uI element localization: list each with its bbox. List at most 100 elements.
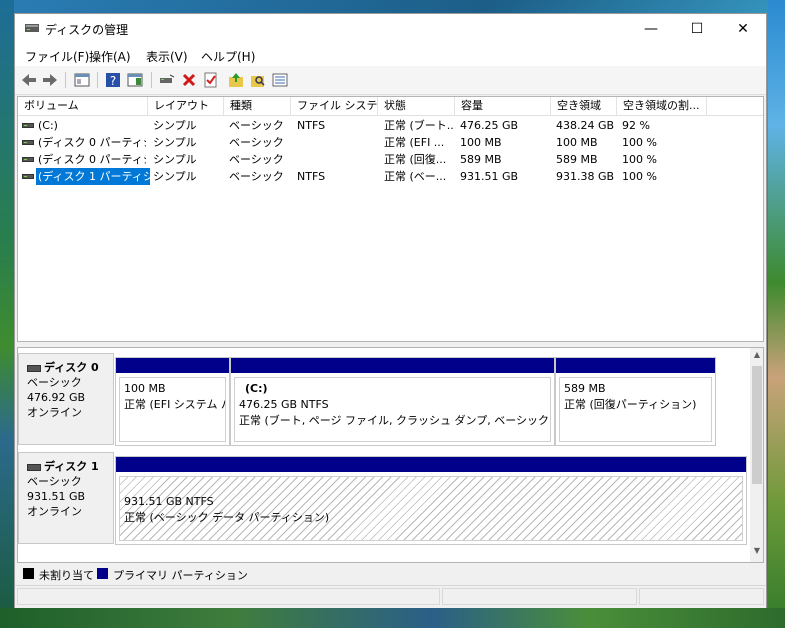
disk-1-title: ディスク 1 <box>27 459 113 474</box>
volume-capacity: 476.25 GB <box>460 119 519 132</box>
volume-status: 正常 (回復... <box>384 153 447 166</box>
connect-drive-icon[interactable] <box>158 71 176 89</box>
volume-list-pane: ボリューム レイアウト 種類 ファイル システム 状態 容量 空き領域 空き領域… <box>17 96 764 342</box>
partition-c-drive[interactable]: (C:) 476.25 GB NTFS 正常 (ブート, ページ ファイル, ク… <box>230 357 555 446</box>
forward-arrow-icon[interactable] <box>41 71 59 89</box>
console-tree-icon[interactable] <box>73 71 91 89</box>
disk-1-name: ディスク 1 <box>44 460 99 473</box>
disk-icon <box>27 463 41 471</box>
volume-layout: シンプル <box>153 170 197 183</box>
desktop-background-bottom <box>0 608 785 628</box>
disk-0-size: 476.92 GB <box>27 391 86 404</box>
disk-layout-pane: ディスク 0 ベーシック 476.92 GB オンライン 100 MB 正常 (… <box>17 347 764 563</box>
scroll-up-icon[interactable]: ▲ <box>752 350 762 362</box>
scrollbar-thumb[interactable] <box>752 366 762 484</box>
disk-management-window: ディスクの管理 — ☐ ✕ ファイル(F) 操作(A) 表示(V) ヘルプ(H)… <box>14 13 767 608</box>
volume-name: (ディスク 0 パーティシ... <box>38 136 146 149</box>
disk-1-label[interactable]: ディスク 1 ベーシック 931.51 GB オンライン <box>18 452 114 544</box>
maximize-button[interactable]: ☐ <box>674 14 720 44</box>
volume-status: 正常 (ベー... <box>384 170 447 183</box>
legend-bar: 未割り当て プライマリ パーティション <box>17 563 764 585</box>
disk-0-label[interactable]: ディスク 0 ベーシック 476.92 GB オンライン <box>18 353 114 445</box>
volume-free-percent: 100 % <box>622 153 657 166</box>
partition-recovery[interactable]: 589 MB 正常 (回復パーティション) <box>555 357 716 446</box>
menu-action[interactable]: 操作(A) <box>89 48 131 65</box>
minimize-button[interactable]: — <box>628 14 674 44</box>
menu-view[interactable]: 表示(V) <box>146 48 188 65</box>
volume-row[interactable]: (C:) シンプル ベーシック NTFS 正常 (ブート... 476.25 G… <box>18 117 763 134</box>
delete-icon[interactable] <box>180 71 198 89</box>
volume-type: ベーシック <box>229 119 284 132</box>
title-bar[interactable]: ディスクの管理 — ☐ ✕ <box>15 14 766 44</box>
volume-free-percent: 100 % <box>622 136 657 149</box>
disk-1-kind: ベーシック <box>27 475 82 488</box>
volume-row-selected[interactable]: (ディスク 1 パーティシ... シンプル ベーシック NTFS 正常 (ベー.… <box>18 168 763 185</box>
volume-icon <box>22 157 34 162</box>
partition-status: 正常 (EFI システム パ <box>124 398 226 411</box>
disk-management-app-icon <box>25 24 39 32</box>
partition-body: (C:) 476.25 GB NTFS 正常 (ブート, ページ ファイル, ク… <box>234 377 551 442</box>
disk-pane-scrollbar[interactable]: ▲ ▼ <box>750 348 763 562</box>
column-header-volume[interactable]: ボリューム <box>18 97 148 115</box>
menu-bar: ファイル(F) 操作(A) 表示(V) ヘルプ(H) <box>15 44 766 66</box>
volume-capacity: 931.51 GB <box>460 170 519 183</box>
disk-1-size: 931.51 GB <box>27 490 86 503</box>
volume-name: (ディスク 1 パーティシ... <box>36 168 150 185</box>
partition-efi[interactable]: 100 MB 正常 (EFI システム パ <box>115 357 230 446</box>
legend-label-unallocated: 未割り当て <box>39 569 94 582</box>
column-header-type[interactable]: 種類 <box>224 97 291 115</box>
volume-free-space: 931.38 GB <box>556 170 615 183</box>
show-hide-icon[interactable] <box>126 71 144 89</box>
legend-swatch-unallocated <box>23 568 34 579</box>
list-icon[interactable] <box>271 71 289 89</box>
volume-status: 正常 (EFI ... <box>384 136 445 149</box>
disk-icon <box>27 364 41 372</box>
partition-bar <box>116 358 229 373</box>
volume-icon <box>22 174 34 179</box>
partition-bar <box>231 358 554 373</box>
volume-row[interactable]: (ディスク 0 パーティシ... シンプル ベーシック 正常 (回復... 58… <box>18 151 763 168</box>
status-bar <box>15 585 766 608</box>
properties-check-icon[interactable] <box>202 71 220 89</box>
back-arrow-icon[interactable] <box>20 71 38 89</box>
column-header-status[interactable]: 状態 <box>378 97 455 115</box>
column-header-free-space[interactable]: 空き領域 <box>551 97 617 115</box>
volume-free-space: 438.24 GB <box>556 119 615 132</box>
legend-swatch-primary <box>97 568 108 579</box>
volume-type: ベーシック <box>229 153 284 166</box>
scroll-down-icon[interactable]: ▼ <box>752 546 762 558</box>
search-folder-icon[interactable] <box>249 71 267 89</box>
partition-bar <box>116 457 746 472</box>
volume-layout: シンプル <box>153 136 197 149</box>
disk-0-title: ディスク 0 <box>27 360 113 375</box>
partition-label: (C:) <box>245 382 268 395</box>
partition-disk-1-data[interactable]: 931.51 GB NTFS 正常 (ベーシック データ パーティション) <box>115 456 747 545</box>
volume-status: 正常 (ブート... <box>384 119 454 132</box>
menu-file[interactable]: ファイル(F) <box>25 48 89 65</box>
close-button[interactable]: ✕ <box>720 14 766 44</box>
disk-0-name: ディスク 0 <box>44 361 99 374</box>
column-header-filesystem[interactable]: ファイル システム <box>291 97 378 115</box>
help-icon[interactable]: ? <box>104 71 122 89</box>
partition-size: 931.51 GB NTFS <box>124 495 214 508</box>
volume-type: ベーシック <box>229 136 284 149</box>
column-header-capacity[interactable]: 容量 <box>455 97 551 115</box>
status-cell <box>442 588 637 605</box>
column-header-free-percent[interactable]: 空き領域の割... <box>617 97 707 115</box>
volume-layout: シンプル <box>153 153 197 166</box>
window-title: ディスクの管理 <box>45 23 129 37</box>
column-header-layout[interactable]: レイアウト <box>148 97 224 115</box>
toolbar-separator <box>97 72 98 88</box>
volume-type: ベーシック <box>229 170 284 183</box>
menu-help[interactable]: ヘルプ(H) <box>201 48 255 65</box>
partition-bar <box>556 358 715 373</box>
toolbar-separator <box>65 72 66 88</box>
up-arrow-folder-icon[interactable] <box>227 71 245 89</box>
volume-filesystem: NTFS <box>297 119 326 132</box>
volume-row[interactable]: (ディスク 0 パーティシ... シンプル ベーシック 正常 (EFI ... … <box>18 134 763 151</box>
volume-layout: シンプル <box>153 119 197 132</box>
volume-filesystem: NTFS <box>297 170 326 183</box>
desktop-background-right <box>768 0 785 628</box>
partition-status: 正常 (ベーシック データ パーティション) <box>124 511 330 524</box>
volume-icon <box>22 123 34 128</box>
